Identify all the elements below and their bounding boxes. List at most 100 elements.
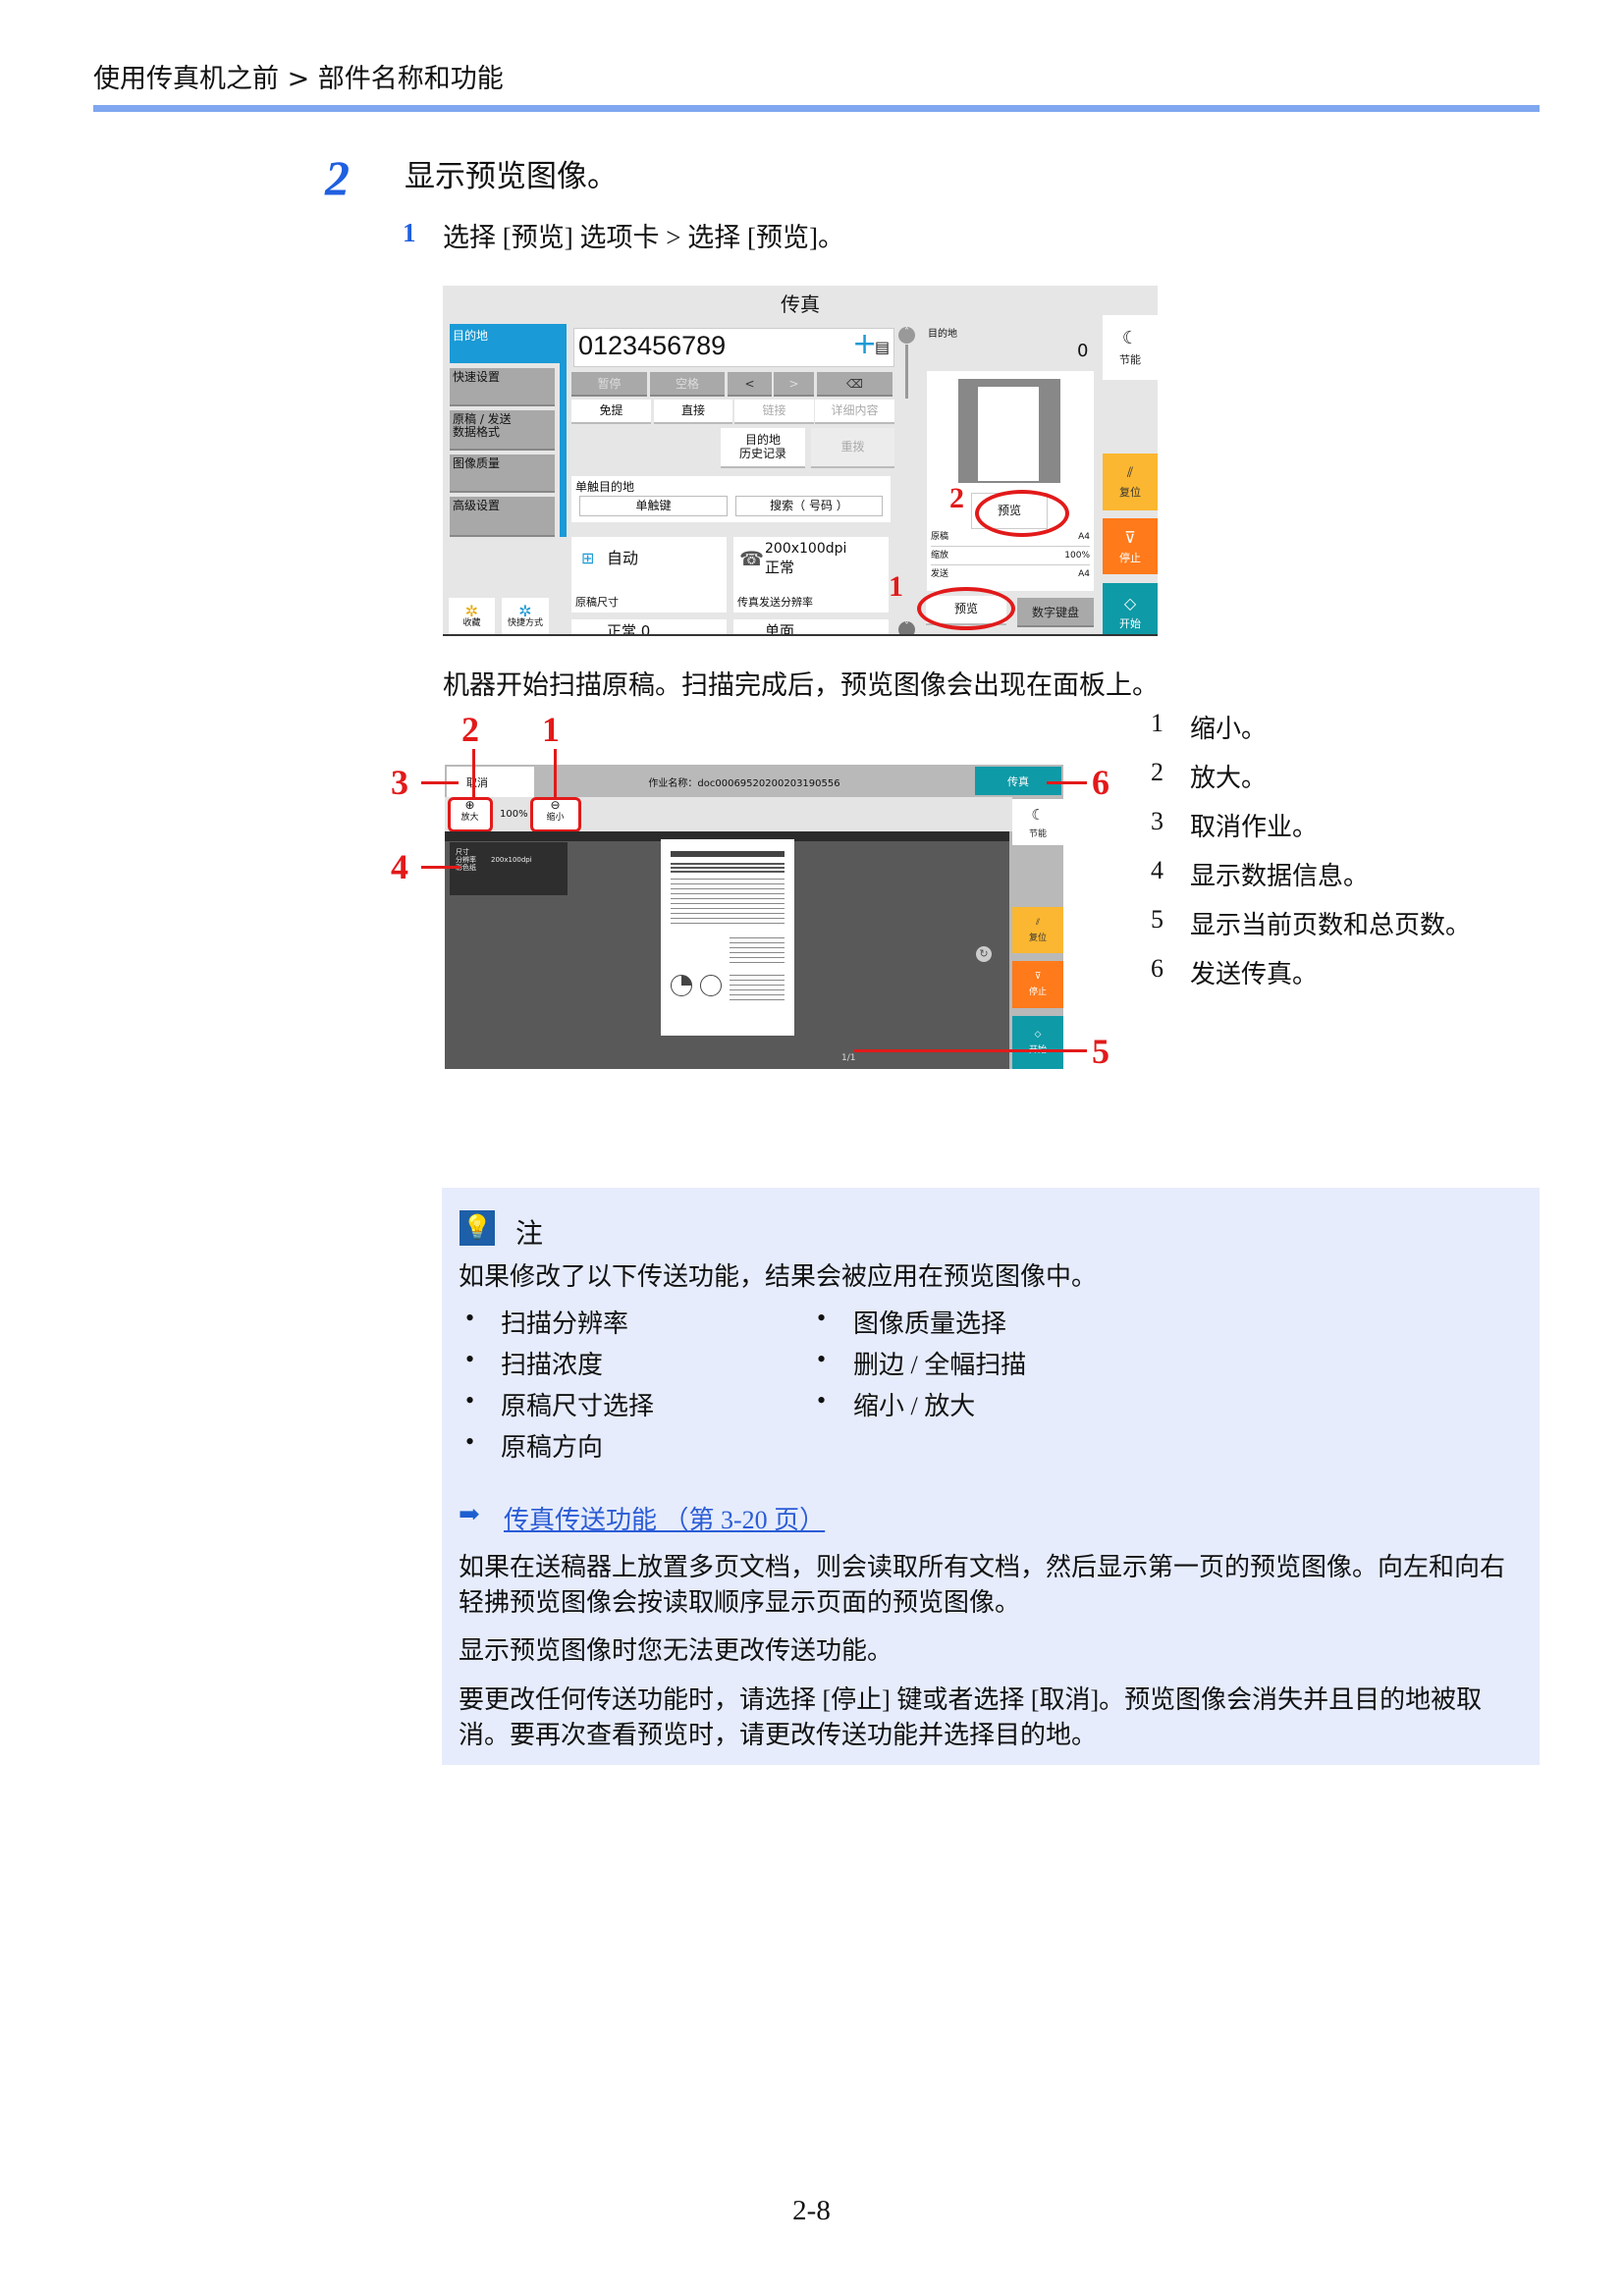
resolution-tile[interactable]: ☎ 200x100dpi 正常 传真发送分辨率 — [733, 537, 889, 613]
cursor-left-key[interactable]: < — [728, 372, 772, 397]
page-number: 2-8 — [792, 2195, 831, 2226]
callout-number-2: 2 — [949, 482, 964, 514]
tab-original-format[interactable]: 原稿 / 发送 数据格式 — [450, 410, 555, 451]
pause-key[interactable]: 暂停 — [571, 372, 647, 397]
note-title: 注 — [515, 1219, 544, 1250]
substep-number: 1 — [403, 218, 416, 247]
numpad-button[interactable]: 数字键盘 — [1017, 598, 1094, 627]
bullet: • — [817, 1345, 827, 1373]
tab-advanced[interactable]: 高级设置 — [450, 497, 555, 537]
fax-send-functions-link[interactable]: 传真传送功能 （第 3-20 页） — [504, 1500, 825, 1536]
chain-button[interactable]: 链接 — [734, 400, 814, 424]
scroll-down-icon[interactable]: ˅ — [898, 621, 915, 634]
callout-line-3 — [421, 781, 459, 784]
info-value: A4 — [1078, 532, 1090, 542]
destination-label: 目的地 — [928, 329, 957, 340]
note-paragraph: 显示预览图像时您无法更改传送功能。 — [459, 1636, 893, 1665]
callout-box-1 — [530, 797, 581, 832]
tab-quick-setup[interactable]: 快速设置 — [450, 368, 555, 406]
sleep-button[interactable]: ☾ 节能 — [1103, 315, 1158, 380]
start-label: 开始 — [1119, 617, 1141, 630]
stop-button[interactable]: ⊽ 停止 — [1012, 961, 1063, 1008]
lightbulb-icon: 💡 — [460, 1210, 495, 1246]
fax-number-input[interactable]: 0123456789 + ▤ — [573, 327, 894, 367]
rotate-icon[interactable]: ↻ — [976, 946, 992, 962]
start-button[interactable]: ◇开始 — [1012, 1016, 1063, 1069]
preview-area[interactable]: 尺寸 分辨率 彩色纸 200x100dpi ↻ 1/1 — [445, 831, 1009, 1069]
caption: 机器开始扫描原稿。扫描完成后，预览图像会出现在面板上。 — [443, 670, 1159, 700]
tab-destination[interactable]: 目的地 — [450, 324, 567, 363]
favorites-button[interactable]: ✲ 收藏 — [449, 598, 495, 634]
search-number-button[interactable]: 搜索（ 号码 ） — [735, 496, 883, 516]
gear-icon: ✲ — [518, 601, 532, 620]
callout-line-4 — [421, 866, 460, 869]
legend-text: 发送传真。 — [1190, 960, 1319, 988]
sleep-button[interactable]: ☾ 节能 — [1012, 799, 1063, 845]
original-size-tile[interactable]: ⊞ 自动 原稿尺寸 — [571, 537, 727, 613]
stop-icon: ⊽ — [1034, 972, 1042, 982]
bullet: • — [817, 1386, 827, 1415]
info-key: 缩放 — [931, 551, 949, 561]
preview-screen-screenshot: 取消 作业名称：doc00069520200203190556 传真 ⊕ 放大 1… — [445, 765, 1063, 1069]
bullet-text: 删边 / 全幅扫描 — [853, 1351, 1027, 1379]
legend-number: 3 — [1151, 807, 1163, 835]
cancel-label: 取消 — [466, 776, 488, 789]
stop-button[interactable]: ⊽ 停止 — [1103, 518, 1158, 574]
scrollbar[interactable] — [905, 345, 908, 399]
moon-icon: ☾ — [1031, 805, 1045, 824]
stop-icon: ⊽ — [1124, 527, 1136, 547]
info-key: 原稿 — [931, 532, 949, 542]
preview-page-image[interactable] — [661, 839, 794, 1036]
sleep-label: 节能 — [1119, 353, 1141, 366]
bullet: • — [817, 1304, 827, 1332]
density-tile[interactable]: 正常 0 — [571, 619, 727, 634]
cancel-button[interactable]: 取消 — [447, 767, 534, 797]
stop-label: 停止 — [1028, 988, 1047, 997]
paper-size-icon: ⊞ — [581, 549, 595, 567]
bullet: • — [465, 1304, 475, 1332]
legend-text: 显示当前页数和总页数。 — [1190, 911, 1472, 939]
bullet-text: 扫描分辨率 — [501, 1309, 629, 1338]
stop-label: 停止 — [1119, 551, 1141, 564]
reset-button[interactable]: ⫽ 复位 — [1012, 907, 1063, 953]
duplex-tile[interactable]: 单面 — [733, 619, 889, 634]
backspace-key[interactable]: ⌫ — [817, 372, 893, 397]
reset-button[interactable]: ⫽ 复位 — [1103, 454, 1158, 510]
on-hook-button[interactable]: 免提 — [571, 400, 651, 424]
substep-text: 选择 [预览] 选项卡 > 选择 [预览]。 — [443, 223, 844, 252]
callout-line-2 — [472, 749, 475, 798]
detail-button[interactable]: 详细内容 — [815, 400, 894, 424]
fax-number-value: 0123456789 — [578, 331, 727, 360]
preview-info: 原稿 A4 缩放 100% 发送 A4 — [931, 528, 1090, 583]
start-button[interactable]: ◇开始 — [1103, 583, 1158, 634]
callout-line-1 — [554, 749, 557, 798]
preview-card: 预览 原稿 A4 缩放 100% 发送 A4 — [927, 371, 1094, 591]
shortcut-button[interactable]: ✲ 快捷方式 — [502, 598, 549, 634]
address-book-icon[interactable]: ▤ — [875, 338, 890, 356]
preview-thumbnail[interactable] — [958, 379, 1060, 483]
redial-button[interactable]: 重拨 — [811, 428, 894, 468]
cursor-right-key[interactable]: > — [774, 372, 814, 397]
one-touch-key-button[interactable]: 单触键 — [579, 496, 728, 516]
fax-machine-icon: ☎ — [739, 547, 764, 570]
original-size-label: 原稿尺寸 — [575, 596, 619, 609]
direct-button[interactable]: 直接 — [654, 400, 732, 424]
note-intro: 如果修改了以下传送功能，结果会被应用在预览图像中。 — [459, 1262, 1098, 1291]
destination-history-button[interactable]: 目的地 历史记录 — [721, 428, 805, 468]
reset-icon: ⫽ — [1035, 917, 1040, 928]
space-key[interactable]: 空格 — [650, 372, 725, 397]
plus-icon[interactable]: + — [852, 327, 877, 361]
legend-text: 取消作业。 — [1190, 813, 1319, 841]
arrow-right-icon: ➡ — [459, 1500, 480, 1528]
note-paragraph: 如果在送稿器上放置多页文档，则会读取所有文档，然后显示第一页的预览图像。向左和向… — [459, 1553, 1506, 1617]
note-box: 💡 注 如果修改了以下传送功能，结果会被应用在预览图像中。 • 扫描分辨率 • 扫描… — [442, 1188, 1540, 1765]
bullet: • — [465, 1427, 475, 1456]
info-key: 发送 — [931, 569, 949, 579]
tab-image-quality[interactable]: 图像质量 — [450, 454, 555, 493]
legend-number: 6 — [1151, 954, 1163, 983]
legend-text: 缩小。 — [1190, 715, 1268, 743]
gear-icon: ✲ — [464, 601, 479, 620]
scroll-up-icon[interactable]: ˄ — [898, 327, 915, 344]
callout-ring-2 — [975, 490, 1069, 537]
screen-title: 传真 — [781, 293, 820, 316]
